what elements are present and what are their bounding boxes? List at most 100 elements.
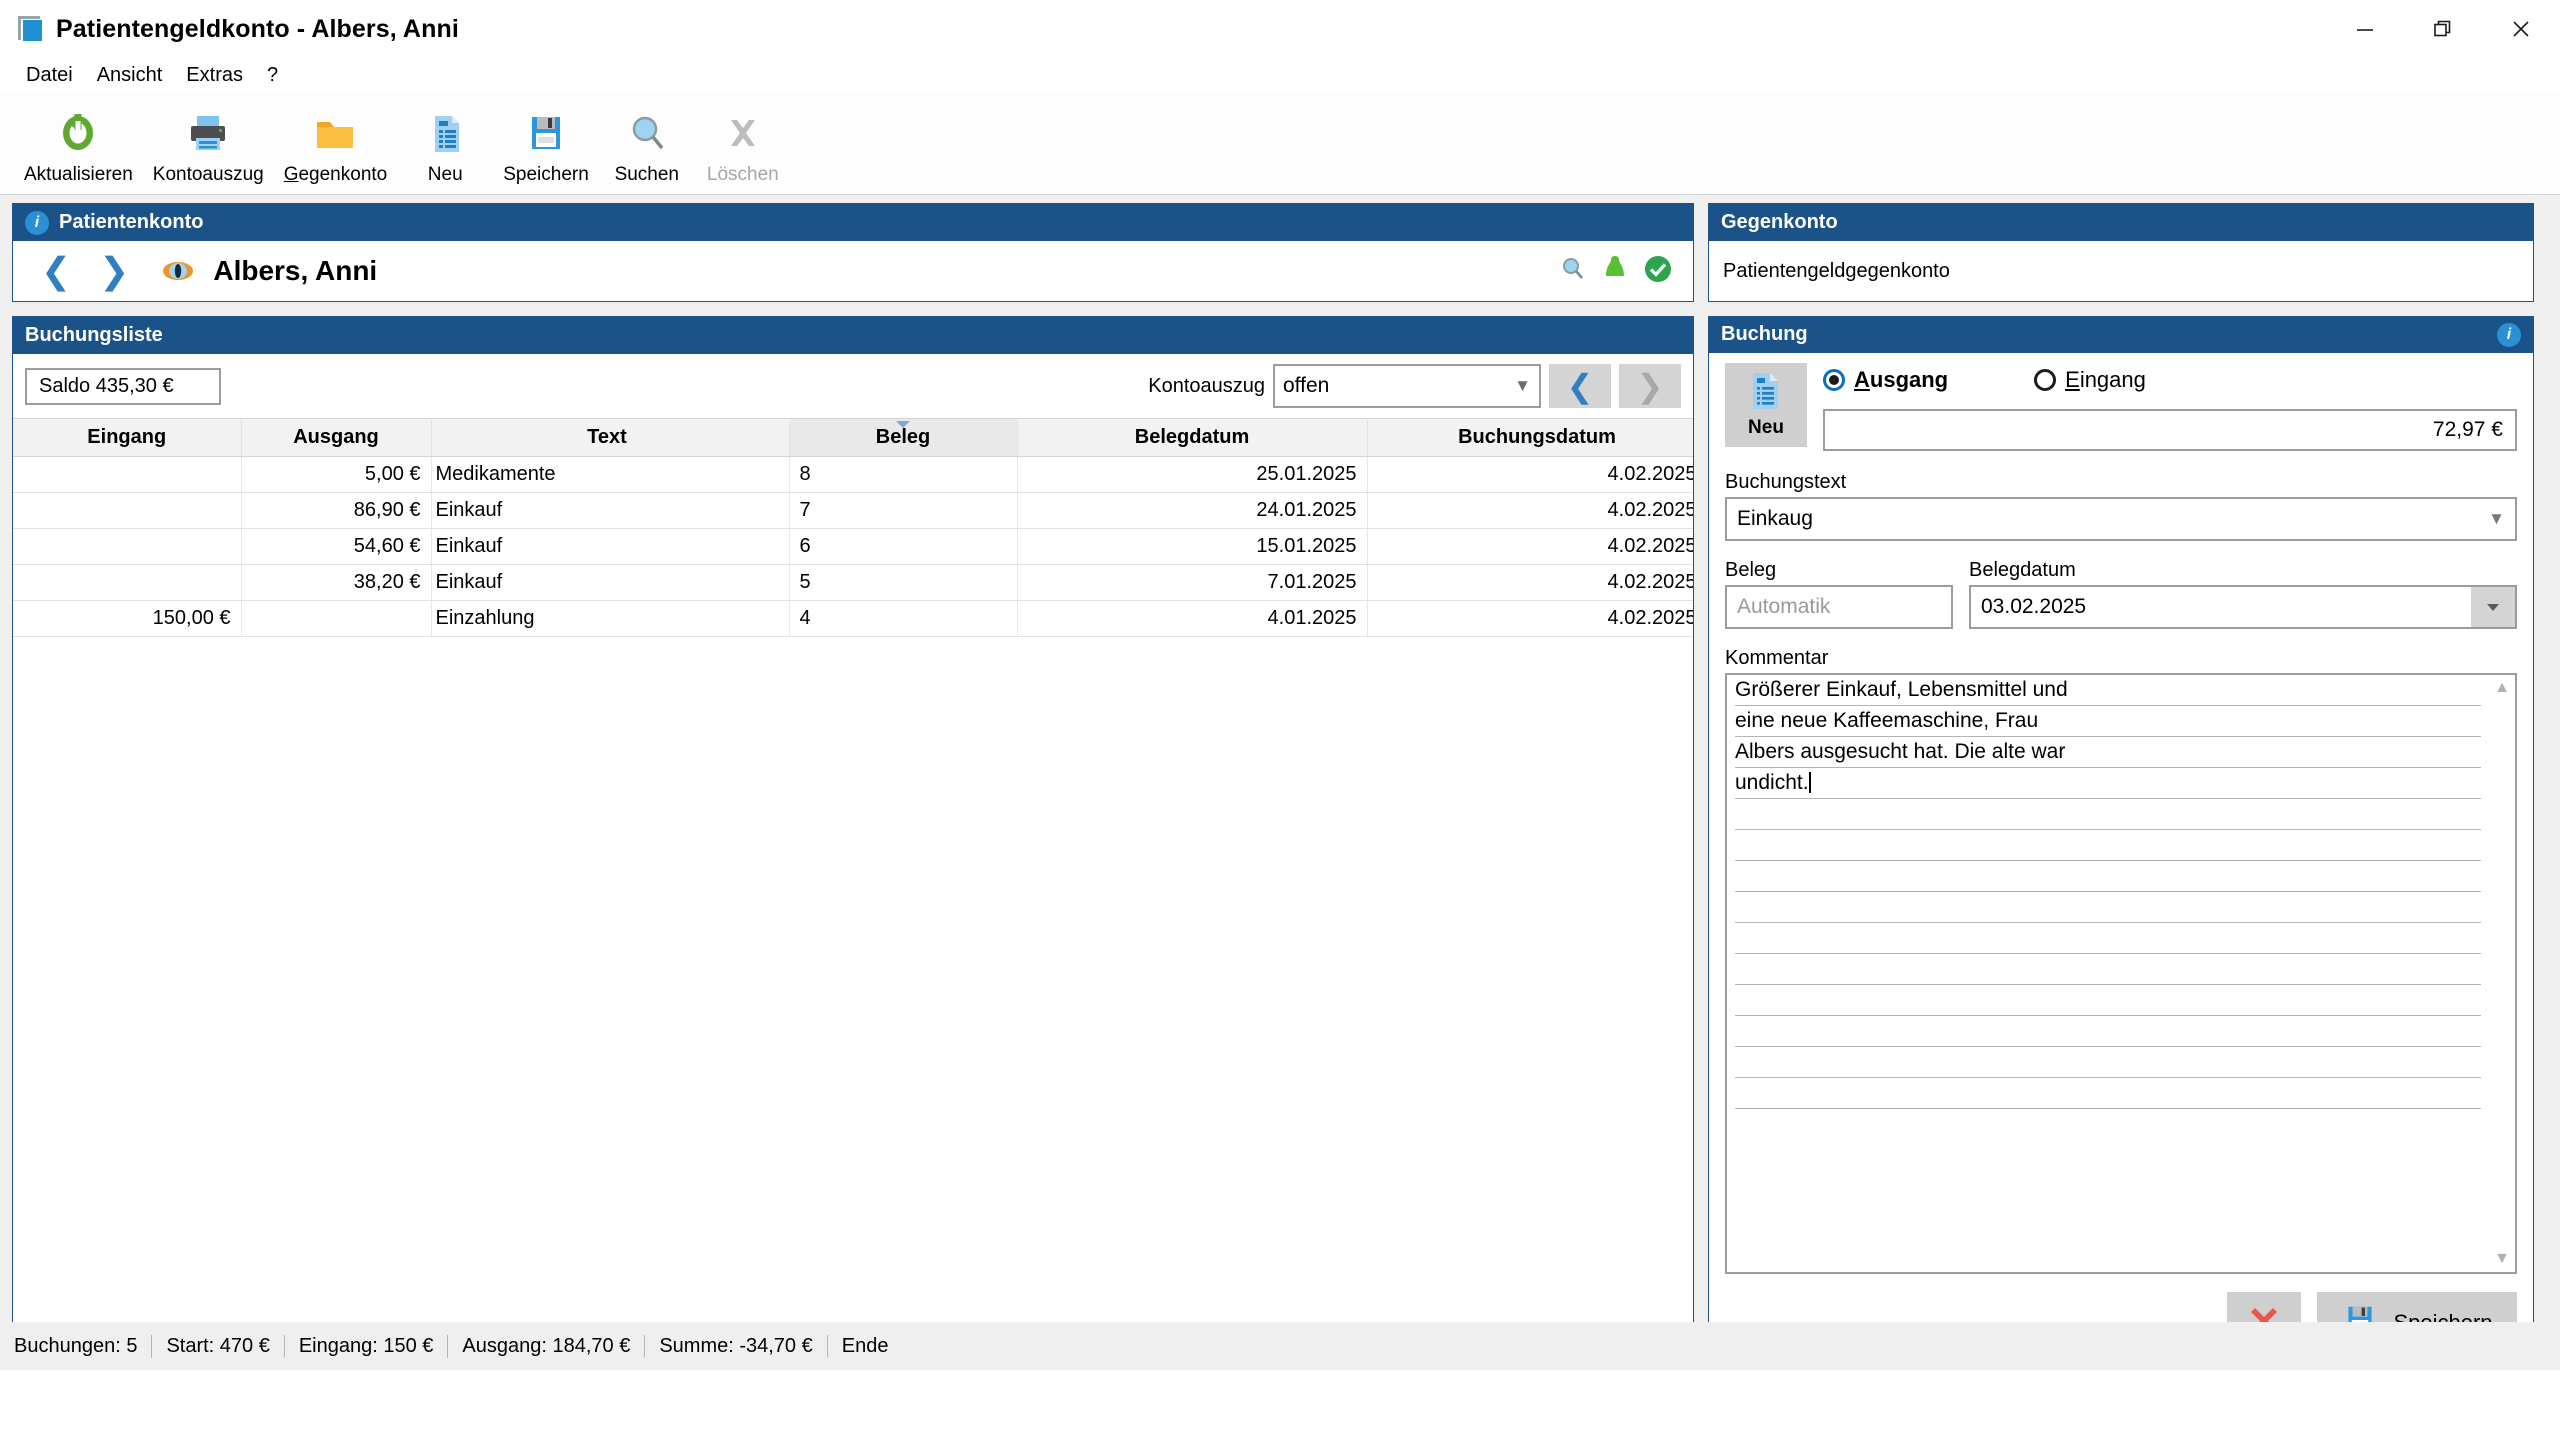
kommentar-line: eine neue Kaffeemaschine, Frau [1735, 706, 2481, 737]
restore-icon[interactable] [2404, 0, 2482, 58]
scroll-down-icon[interactable]: ▼ [2494, 1250, 2510, 1268]
kommentar-line: Albers ausgesucht hat. Die alte war [1735, 737, 2481, 768]
buchungsliste-toolbar: Saldo 435,30 € Kontoauszug offen ▼ ❮ ❯ [13, 354, 1693, 418]
column-header-eingang[interactable]: Eingang [13, 418, 242, 457]
printer-icon [185, 104, 231, 162]
calendar-dropdown-icon[interactable] [2471, 586, 2515, 627]
cell-belegdatum: 4.01.2025 [1017, 600, 1368, 637]
cell-beleg: 8 [789, 456, 1018, 493]
gegenkonto-value[interactable]: Patientengeldgegenkonto [1709, 241, 2533, 301]
kontoauszug-prev-button[interactable]: ❮ [1549, 364, 1611, 408]
buchungstext-label: Buchungstext [1725, 470, 1847, 493]
cell-belegdatum: 7.01.2025 [1017, 564, 1368, 601]
buchungstext-select[interactable]: Einkaug ▼ [1725, 496, 2517, 541]
eye-icon[interactable] [161, 256, 195, 286]
cell-text: Einkauf [431, 564, 790, 601]
kommentar-textarea[interactable]: Größerer Einkauf, Lebensmittel und eine … [1725, 672, 2517, 1274]
cell-buchungsdatum: 4.02.2025 [1367, 564, 1693, 601]
close-icon[interactable] [2482, 0, 2560, 58]
column-header-beleg[interactable]: Beleg [789, 418, 1018, 457]
beleg-label: Beleg [1725, 558, 1777, 581]
info-icon: i [25, 210, 49, 235]
radio-selected-icon [1823, 368, 1845, 391]
cell-eingang [13, 492, 242, 529]
table-row[interactable]: 5,00 € Medikamente 8 25.01.2025 4.02.202… [13, 456, 1693, 493]
column-header-text[interactable]: Text [431, 418, 790, 457]
toolbar-button-neu[interactable]: Neu [397, 100, 493, 186]
belegdatum-input[interactable]: 03.02.2025 [1969, 584, 2517, 629]
belegdatum-group: Belegdatum 03.02.2025 [1969, 559, 2517, 629]
buchung-neu-button[interactable]: Neu [1725, 362, 1807, 447]
buchung-neu-label: Neu [1748, 416, 1784, 438]
belegdatum-value: 03.02.2025 [1981, 594, 2087, 618]
chevron-right-icon[interactable]: ❯ [85, 253, 143, 289]
check-green-icon[interactable] [1643, 254, 1673, 289]
cell-belegdatum: 15.01.2025 [1017, 528, 1368, 565]
kommentar-label: Kommentar [1725, 646, 1829, 669]
table-row[interactable]: 54,60 € Einkauf 6 15.01.2025 4.02.2025 1… [13, 528, 1693, 565]
column-header-ausgang[interactable]: Ausgang [241, 418, 432, 457]
window-title: Patientengeldkonto - Albers, Anni [56, 14, 459, 43]
top-row: i Patientenkonto ❮ ❯ Albers, Anni Gegenk… [12, 203, 2548, 302]
new-document-icon [1748, 371, 1784, 417]
menu-item-ansicht[interactable]: Ansicht [85, 62, 175, 89]
window-controls [2326, 0, 2560, 58]
table-body: 5,00 € Medikamente 8 25.01.2025 4.02.202… [13, 456, 1693, 637]
cell-text: Einkauf [431, 492, 790, 529]
patientenkonto-panel: i Patientenkonto ❮ ❯ Albers, Anni [12, 203, 1694, 302]
chevron-left-icon[interactable]: ❮ [27, 253, 85, 289]
status-start: Start: 470 € [151, 1334, 270, 1358]
buchung-body: Neu Ausgang Eingang 72,97 € Buchungstext… [1709, 353, 2533, 1366]
column-header-belegdatum[interactable]: Belegdatum [1017, 418, 1368, 457]
pin-green-icon[interactable] [1603, 254, 1627, 289]
column-header-buchungsdatum[interactable]: Buchungsdatum [1367, 418, 1693, 457]
buchung-header: Buchung i [1709, 317, 2533, 353]
menu-item-extras[interactable]: Extras [174, 62, 255, 89]
kontoauszug-select[interactable]: offen ▼ [1273, 364, 1541, 408]
magnifier-icon[interactable] [1559, 255, 1587, 288]
toolbar-button-speichern[interactable]: Speichern [493, 100, 599, 186]
toolbar-label: Gegenkonto [283, 164, 388, 185]
toolbar-button-aktualisieren[interactable]: Aktualisieren [14, 100, 143, 186]
status-summe: Summe: -34,70 € [644, 1334, 813, 1358]
menu-item-help[interactable]: ? [255, 62, 290, 89]
table-row[interactable]: 38,20 € Einkauf 5 7.01.2025 4.02.2025 9 [13, 564, 1693, 601]
buchungen-table: Eingang Ausgang Text Beleg Belegdatum Bu… [13, 418, 1693, 637]
toolbar-button-suchen[interactable]: Suchen [599, 100, 695, 186]
kommentar-line-empty [1735, 1016, 2481, 1047]
kommentar-scrollbar[interactable]: ▲ ▼ [2489, 675, 2515, 1272]
cell-ausgang: 86,90 € [241, 492, 432, 529]
cell-buchungsdatum: 4.02.2025 [1367, 456, 1693, 493]
kommentar-line-empty [1735, 1078, 2481, 1109]
toolbar-label: Aktualisieren [24, 164, 133, 185]
toolbar-label: Speichern [503, 164, 589, 185]
menu-item-datei[interactable]: Datei [14, 62, 85, 89]
radio-ausgang[interactable]: Ausgang [1823, 367, 1948, 393]
kommentar-group: Kommentar Größerer Einkauf, Lebensmittel… [1725, 647, 2517, 1274]
kommentar-line-empty [1735, 985, 2481, 1016]
toolbar-button-kontoauszug[interactable]: Kontoauszug [143, 100, 274, 186]
scroll-up-icon[interactable]: ▲ [2494, 679, 2510, 697]
minimize-icon[interactable] [2326, 0, 2404, 58]
app-icon [18, 16, 44, 42]
beleg-input[interactable]: Automatik [1725, 584, 1953, 629]
kontoauszug-label: Kontoauszug [1148, 374, 1265, 397]
cell-belegdatum: 24.01.2025 [1017, 492, 1368, 529]
title-bar: Patientengeldkonto - Albers, Anni [0, 0, 2560, 58]
toolbar-button-gegenkonto[interactable]: Gegenkonto [274, 100, 398, 186]
cell-text: Medikamente [431, 456, 790, 493]
table-row[interactable]: 150,00 € Einzahlung 4 4.01.2025 4.02.202… [13, 600, 1693, 637]
info-icon[interactable]: i [2497, 322, 2521, 347]
save-floppy-icon [523, 104, 569, 162]
toolbar-label: Kontoauszug [152, 164, 264, 185]
kommentar-line: Größerer Einkauf, Lebensmittel und [1735, 675, 2481, 706]
buchung-title: Buchung [1721, 323, 1808, 346]
cell-beleg: 6 [789, 528, 1018, 565]
amount-input[interactable]: 72,97 € [1823, 408, 2517, 451]
kommentar-line-text: undicht. [1735, 770, 1809, 794]
toolbar-button-loeschen: Löschen [695, 100, 791, 186]
radio-eingang[interactable]: Eingang [2034, 367, 2146, 393]
direction-radio-group: Ausgang Eingang [1823, 363, 2517, 397]
middle-row: Buchungsliste Saldo 435,30 € Kontoauszug… [12, 316, 2548, 1367]
table-row[interactable]: 86,90 € Einkauf 7 24.01.2025 4.02.2025 1… [13, 492, 1693, 529]
